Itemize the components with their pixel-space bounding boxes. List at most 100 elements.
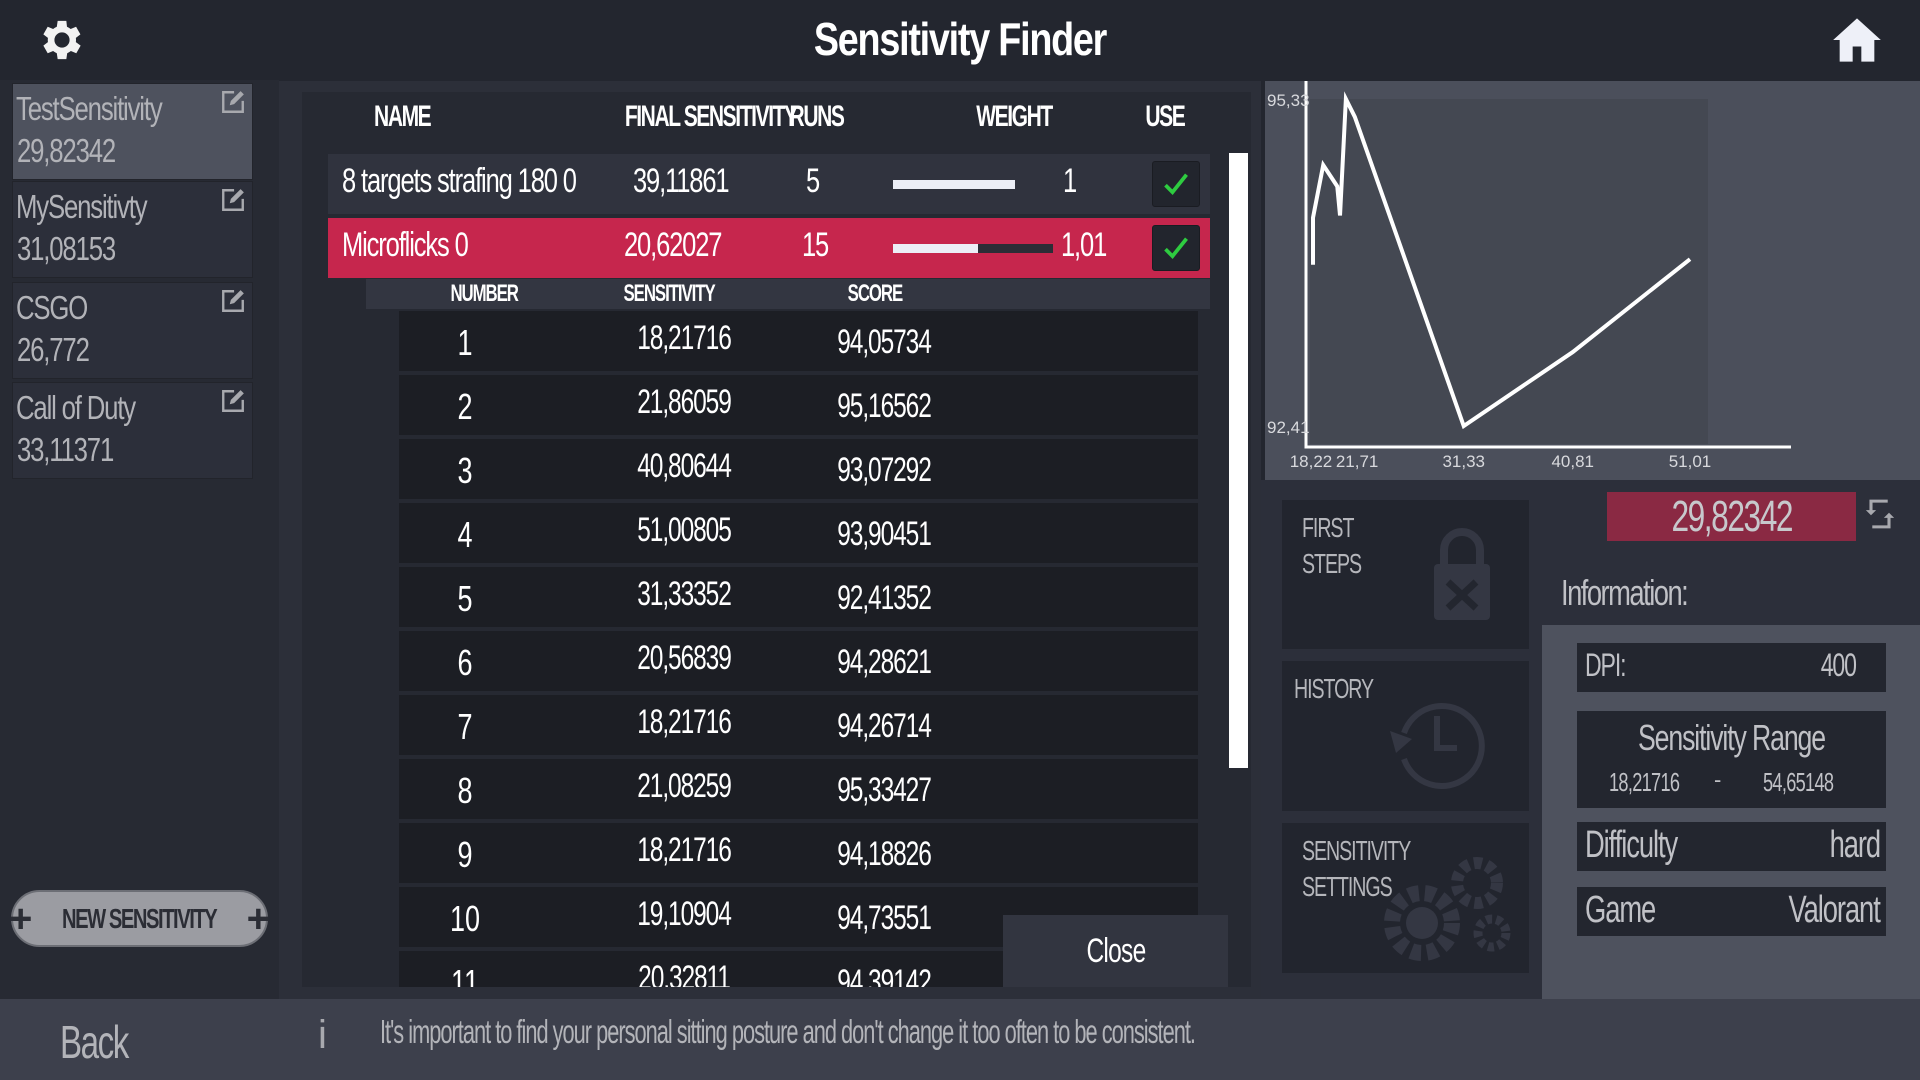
new-sensitivity-button[interactable]: + NEW SENSITIVITY + (9, 890, 270, 947)
info-icon: i (318, 1013, 327, 1057)
run-number: 4 (457, 514, 473, 555)
column-header-name: NAME (374, 100, 432, 133)
runs-subheader: NUMBER SENSITIVITY SCORE (366, 279, 1210, 309)
run-row: 1 18,21716 94,05734 (399, 311, 1198, 371)
run-row: 7 18,21716 94,26714 (399, 695, 1198, 755)
column-header-weight: WEIGHT (976, 100, 1053, 133)
row-runs: 15 (802, 226, 829, 264)
table-row-selected[interactable]: Microflicks 0 20,62027 15 1,01 (328, 218, 1210, 278)
x-tick-label: 40,81 (1551, 452, 1594, 471)
difficulty-label: Difficulty (1585, 824, 1678, 866)
current-sensitivity-text: 29,82342 (1671, 491, 1793, 541)
edit-icon[interactable] (220, 89, 246, 115)
close-button[interactable]: Close (1003, 915, 1228, 987)
use-checkbox[interactable] (1152, 161, 1200, 207)
run-score: 95,16562 (837, 387, 932, 425)
run-number: 6 (457, 642, 473, 683)
run-number: 2 (457, 386, 473, 427)
column-header-final-sensitivity: FINAL SENSITIVITY (624, 100, 798, 133)
sensitivity-profile-name: Call of Duty (16, 389, 136, 426)
back-button[interactable]: Back (60, 1015, 129, 1069)
sidebar-item[interactable]: Call of Duty 33,11371 (12, 382, 253, 479)
locked-icon (1434, 528, 1490, 620)
tip-text: It's important to find your personal sit… (380, 1013, 1196, 1050)
run-score: 94,73551 (837, 899, 932, 937)
first-steps-tile[interactable]: FIRST STEPS (1282, 500, 1529, 649)
column-header-runs: RUNS (789, 100, 845, 133)
run-score: 94,05734 (837, 323, 932, 361)
x-tick-label: 31,33 (1442, 452, 1485, 471)
row-name: 8 targets strafing 180 0 (342, 162, 577, 200)
new-sensitivity-label: NEW SENSITIVITY (62, 902, 218, 934)
run-row: 4 51,00805 93,90451 (399, 503, 1198, 563)
sidebar-item[interactable]: TestSensitivity 29,82342 (12, 83, 253, 180)
run-number: 7 (457, 706, 473, 747)
checkmark-icon (1164, 237, 1188, 259)
x-tick-label: 18,22 (1290, 452, 1333, 471)
range-separator: - (1714, 767, 1722, 792)
runs-list[interactable]: 1 18,21716 94,05734 2 21,86059 95,16562 3 40,80… (399, 309, 1199, 987)
checkmark-icon (1164, 173, 1188, 195)
use-checkbox[interactable] (1152, 225, 1200, 271)
run-number: 8 (457, 770, 473, 811)
run-score: 93,07292 (837, 451, 932, 489)
run-sensitivity: 19,10904 (637, 895, 732, 933)
sensitivity-profile-name: TestSensitivity (16, 90, 163, 127)
run-row: 3 40,80644 93,07292 (399, 439, 1198, 499)
run-sensitivity: 20,32811 (638, 959, 731, 987)
run-score: 95,33427 (837, 771, 932, 809)
sensitivity-settings-tile[interactable]: SENSITIVITY SETTINGS (1282, 823, 1529, 973)
run-sensitivity: 18,21716 (637, 831, 732, 869)
run-number: 9 (457, 834, 473, 875)
run-score: 93,90451 (837, 515, 932, 553)
range-min: 18,21716 (1609, 767, 1680, 797)
sidebar-item[interactable]: MySensitivty 31,08153 (12, 181, 253, 278)
information-label: Information: (1561, 572, 1689, 613)
run-sensitivity: 21,86059 (637, 383, 732, 421)
header-bar: Sensitivity Finder (0, 0, 1920, 80)
subheader-sensitivity: SENSITIVITY (623, 280, 716, 307)
x-tick-label: 21,71 (1336, 452, 1379, 471)
run-sensitivity: 18,21716 (637, 703, 732, 741)
row-final-sensitivity: 20,62027 (624, 226, 722, 264)
run-row: 2 21,86059 95,16562 (399, 375, 1198, 435)
plus-icon: + (246, 896, 270, 941)
dpi-row: DPI: 400 (1577, 643, 1886, 692)
edit-icon[interactable] (220, 288, 246, 314)
score-chart: 95,33 92,41 18,22 21,71 31,33 40,81 51,01 (1265, 81, 1920, 480)
history-icon (1390, 703, 1485, 789)
refresh-icon[interactable] (1864, 496, 1896, 532)
dpi-value: 400 (1820, 647, 1857, 683)
table-row[interactable]: 8 targets strafing 180 0 39,11861 5 1 (328, 154, 1210, 214)
first-steps-label: FIRST STEPS (1302, 512, 1362, 579)
game-value: Valorant (1788, 889, 1881, 931)
weight-slider[interactable] (893, 180, 1053, 189)
sensitivity-range-box: Sensitivity Range 18,21716 - 54,65148 (1577, 711, 1886, 808)
run-sensitivity: 21,08259 (637, 767, 732, 805)
sensitivity-profile-value: 31,08153 (17, 230, 116, 267)
edit-icon[interactable] (220, 388, 246, 414)
run-row: 8 21,08259 95,33427 (399, 759, 1198, 819)
home-icon[interactable] (1830, 14, 1884, 66)
game-label: Game (1585, 889, 1656, 931)
sidebar-item[interactable]: CSGO 26,772 (12, 282, 253, 379)
y-tick-label: 92,41 (1267, 418, 1310, 437)
gear-icon[interactable] (36, 14, 88, 66)
scrollbar[interactable] (1229, 153, 1248, 768)
weight-slider-fill (893, 244, 978, 253)
page-title: Sensitivity Finder (813, 13, 1108, 65)
run-score: 94,28621 (837, 643, 932, 681)
edit-icon[interactable] (220, 187, 246, 213)
x-tick-label: 51,01 (1669, 452, 1712, 471)
current-sensitivity-value: 29,82342 (1607, 492, 1856, 541)
weight-slider[interactable] (893, 244, 1053, 253)
difficulty-value: hard (1829, 824, 1882, 866)
weight-slider-fill (893, 180, 1015, 189)
history-label: HISTORY (1294, 673, 1374, 704)
row-weight: 1,01 (1061, 226, 1107, 264)
run-score: 94,39142 (837, 963, 932, 987)
run-number: 3 (457, 450, 473, 491)
sensitivity-profile-name: MySensitivty (16, 188, 148, 225)
history-tile[interactable]: HISTORY (1282, 661, 1529, 811)
run-row: 9 18,21716 94,18826 (399, 823, 1198, 883)
